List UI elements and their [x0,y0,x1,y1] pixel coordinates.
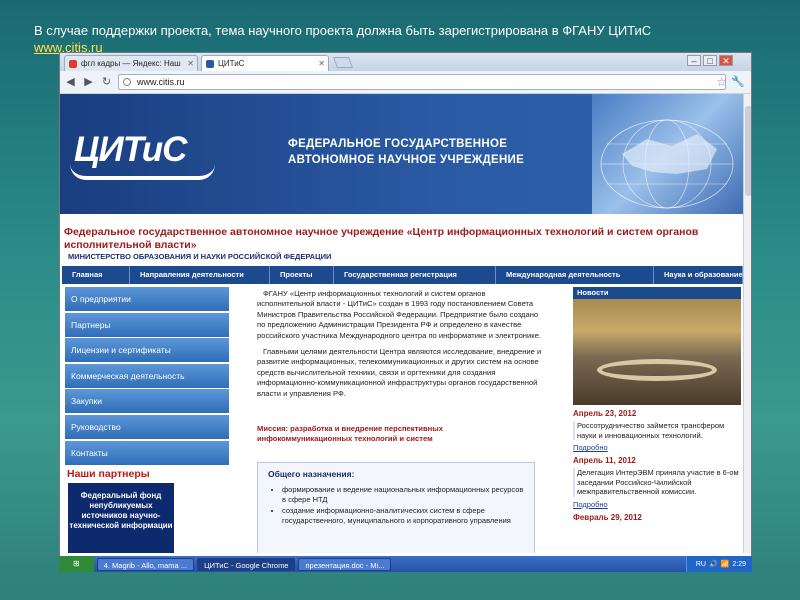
news-more-link[interactable]: Подробно [573,500,741,509]
menu-item-science[interactable]: Наука и образование [654,266,743,284]
intro-paragraph-2: Главными целями деятельности Центра явля… [257,347,542,398]
system-tray: RU 🔊 📶 2:29 [685,556,752,572]
intro-paragraph-1: ФГАНУ «Центр информационных технологий и… [257,289,541,340]
logo-swoosh [70,164,215,180]
sidenav-item-licenses[interactable]: Лицензии и сертификаты [65,338,229,363]
news-more-link[interactable]: Подробно [573,443,741,452]
news-heading: Новости [573,287,741,299]
slide-title-text: В случае поддержки проекта, тема научног… [34,23,652,38]
star-icon[interactable]: ☆ [716,75,727,89]
network-icon[interactable]: 📶 [721,560,730,568]
start-button[interactable]: ⊞ [59,556,94,572]
slide-title: В случае поддержки проекта, тема научног… [34,22,774,56]
minimize-icon[interactable]: – [687,55,701,66]
intro-text: ФГАНУ «Центр информационных технологий и… [257,289,545,405]
page-icon [123,78,131,86]
taskbar-item-chrome[interactable]: ЦИТиС - Google Chrome [197,557,296,571]
taskbar-item-word[interactable]: презентация.doc - Mi... [298,557,392,571]
news-text: Россотрудничество займется трансфером на… [573,421,741,441]
site-banner: ЦИТиС ФЕДЕРАЛЬНОЕ ГОСУДАРСТВЕННОЕ АВТОНО… [60,94,743,214]
news-date: Апрель 11, 2012 [573,456,636,466]
org-name-line1: ФЕДЕРАЛЬНОЕ ГОСУДАРСТВЕННОЕ [288,138,508,150]
news-photo [573,299,741,405]
globe-image [592,94,743,214]
browser-toolbar: ◀ ▶ ↻ www.citis.ru ☆ 🔧 [60,71,751,94]
purpose-title: Общего назначения: [268,469,355,479]
close-tab-icon[interactable]: ✕ [187,56,194,71]
menu-item-directions[interactable]: Направления деятельности [130,266,270,284]
tab-label: ЦИТиС [218,59,245,68]
partner-banner[interactable]: Федеральный фонд непубликуемых источнико… [68,483,174,553]
page-scrollbar[interactable] [743,94,751,553]
tab-yandex[interactable]: фгл кадры — Яндекс: Наш ✕ [64,55,198,71]
clock: 2:29 [732,560,746,568]
web-page: ЦИТиС ФЕДЕРАЛЬНОЕ ГОСУДАРСТВЕННОЕ АВТОНО… [60,94,751,553]
language-indicator[interactable]: RU [696,561,706,568]
yandex-favicon-icon [69,60,77,68]
sidenav-item-contacts[interactable]: Контакты [65,440,229,465]
menu-item-projects[interactable]: Проекты [270,266,334,284]
news-date: Февраль 29, 2012 [573,512,642,522]
purpose-box: Общего назначения: формирование и ведени… [257,462,535,553]
scroll-thumb[interactable] [745,106,751,196]
side-nav: О предприятии Партнеры Лицензии и сертиф… [65,287,229,466]
tab-label: фгл кадры — Яндекс: Наш [81,59,181,68]
sidenav-item-partners[interactable]: Партнеры [65,312,229,337]
conference-table [597,359,717,381]
menu-item-state-registration[interactable]: Государственная регистрация [334,266,496,284]
forward-icon[interactable]: ▶ [82,76,95,89]
url-text: www.citis.ru [137,77,185,87]
sidenav-item-purchases[interactable]: Закупки [65,389,229,414]
globe-grid-icon [600,119,734,209]
mission-statement: Миссия: разработка и внедрение перспекти… [257,424,443,443]
wrench-icon[interactable]: 🔧 [731,75,745,88]
tab-bar: фгл кадры — Яндекс: Наш ✕ ЦИТиС ✕ – □ ✕ [60,53,751,71]
menu-item-international[interactable]: Международная деятельность [496,266,654,284]
purpose-item: создание информационно-аналитических сис… [282,506,524,525]
org-name-line2: АВТОНОМНОЕ НАУЧНОЕ УЧРЕЖДЕНИЕ [288,154,525,166]
purpose-item: формирование и ведение национальных инфо… [282,485,524,504]
citis-favicon-icon [206,60,214,68]
sidenav-item-commercial[interactable]: Коммерческая деятельность [65,363,229,388]
maximize-icon[interactable]: □ [703,55,717,66]
reload-icon[interactable]: ↻ [100,76,113,89]
browser-window: фгл кадры — Яндекс: Наш ✕ ЦИТиС ✕ – □ ✕ … [59,52,752,572]
taskbar-item-player[interactable]: 4. Magrib - Allo, mama ... [96,557,195,571]
main-menu: Главная Направления деятельности Проекты… [62,266,743,284]
new-tab-button[interactable] [332,57,354,68]
news-column: Новости Апрель 23, 2012 Россотрудничеств… [573,287,741,522]
news-text: Делегация ИнтерЭВМ приняла участие в 6-о… [573,468,741,497]
ministry-label: МИНИСТЕРСТВО ОБРАЗОВАНИЯ И НАУКИ РОССИЙС… [68,252,332,261]
purpose-list: формирование и ведение национальных инфо… [268,485,524,525]
back-icon[interactable]: ◀ [64,76,77,89]
tab-citis[interactable]: ЦИТиС ✕ [201,55,329,71]
menu-item-home[interactable]: Главная [62,266,130,284]
sidenav-item-management[interactable]: Руководство [65,414,229,439]
partners-heading: Наши партнеры [67,468,150,480]
volume-icon[interactable]: 🔊 [709,560,718,568]
close-window-icon[interactable]: ✕ [719,55,733,66]
page-heading: Федеральное государственное автономное н… [64,226,699,251]
windows-taskbar: ⊞ 4. Magrib - Allo, mama ... ЦИТиС - Goo… [59,556,752,572]
address-bar[interactable]: www.citis.ru [118,74,726,90]
news-date: Апрель 23, 2012 [573,409,637,418]
sidenav-item-about[interactable]: О предприятии [65,287,229,311]
close-tab-icon[interactable]: ✕ [318,56,325,71]
